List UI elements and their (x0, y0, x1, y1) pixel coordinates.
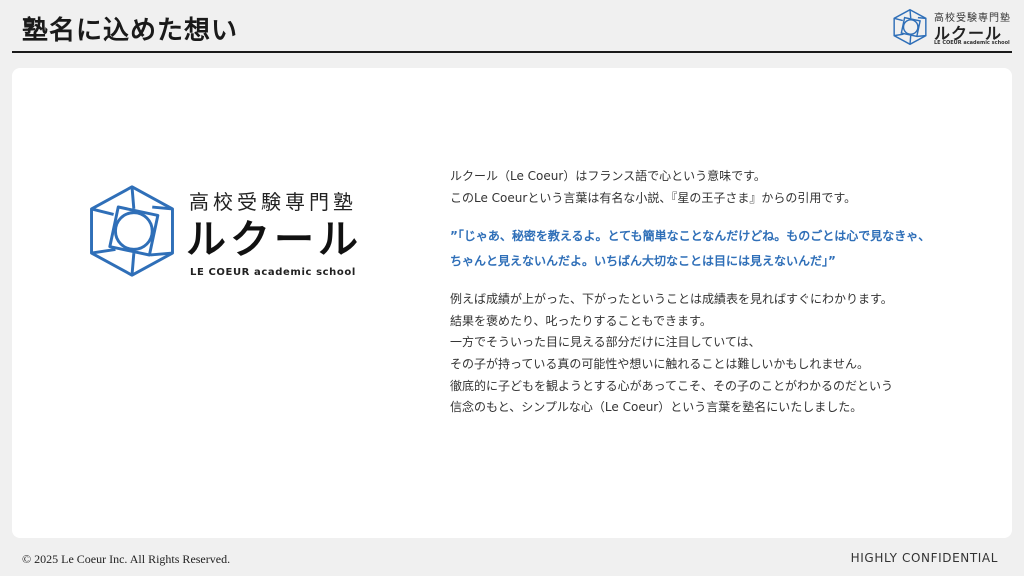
brand-english-name: LE COEUR academic school (190, 267, 356, 278)
cube-heart-icon (893, 8, 927, 46)
slide-header: 塾名に込めた想い 高校受験専門塾 ルクール LE COEUR academic … (0, 0, 1024, 54)
header-logo-english: LE COEUR academic school (934, 40, 1010, 46)
paragraph-line: 一方でそういった目に見える部分だけに注目していては、 (450, 335, 761, 350)
quote-line: ”「じゃあ、秘密を教えるよ。とても簡単なことなんだけどね。ものごとは心で見なきゃ… (450, 229, 931, 244)
paragraph-line: 例えば成績が上がった、下がったということは成績表を見ればすぐにわかります。 (450, 292, 893, 307)
message-text: ルクール（Le Coeur）はフランス語で心という意味です。 このLe Coeu… (450, 166, 1010, 419)
copyright-text: © 2025 Le Coeur Inc. All Rights Reserved… (22, 552, 231, 566)
quote-line: ちゃんと見えないんだよ。いちばん大切なことは目には見えないんだ」” (450, 254, 836, 269)
intro-line: ルクール（Le Coeur）はフランス語で心という意味です。 (450, 169, 766, 183)
brand-name: ルクール (186, 217, 362, 263)
paragraph-line: 信念のもと、シンプルな心（Le Coeur）という言葉を塾名にいたしました。 (450, 400, 863, 415)
paragraph-line: その子が持っている真の可能性や想いに触れることは難しいかもしれません。 (450, 356, 870, 371)
header-divider (12, 51, 1012, 53)
header-logo: 高校受験専門塾 ルクール LE COEUR academic school (892, 6, 1012, 48)
paragraph-line: 結果を褒めたり、叱ったりすることもできます。 (450, 313, 712, 328)
paragraph-line: 徹底的に子どもを観ようとする心があってこそ、その子のことがわかるのだという (450, 378, 894, 393)
confidential-label: HIGHLY CONFIDENTIAL (850, 551, 998, 565)
intro-line: このLe Coeurという言葉は有名な小説、『星の王子さま』からの引用です。 (450, 190, 857, 205)
cube-heart-icon (90, 185, 174, 277)
page-title: 塾名に込めた想い (22, 16, 239, 46)
brand-logo: 高校受験専門塾 ルクール LE COEUR academic school (86, 183, 376, 293)
